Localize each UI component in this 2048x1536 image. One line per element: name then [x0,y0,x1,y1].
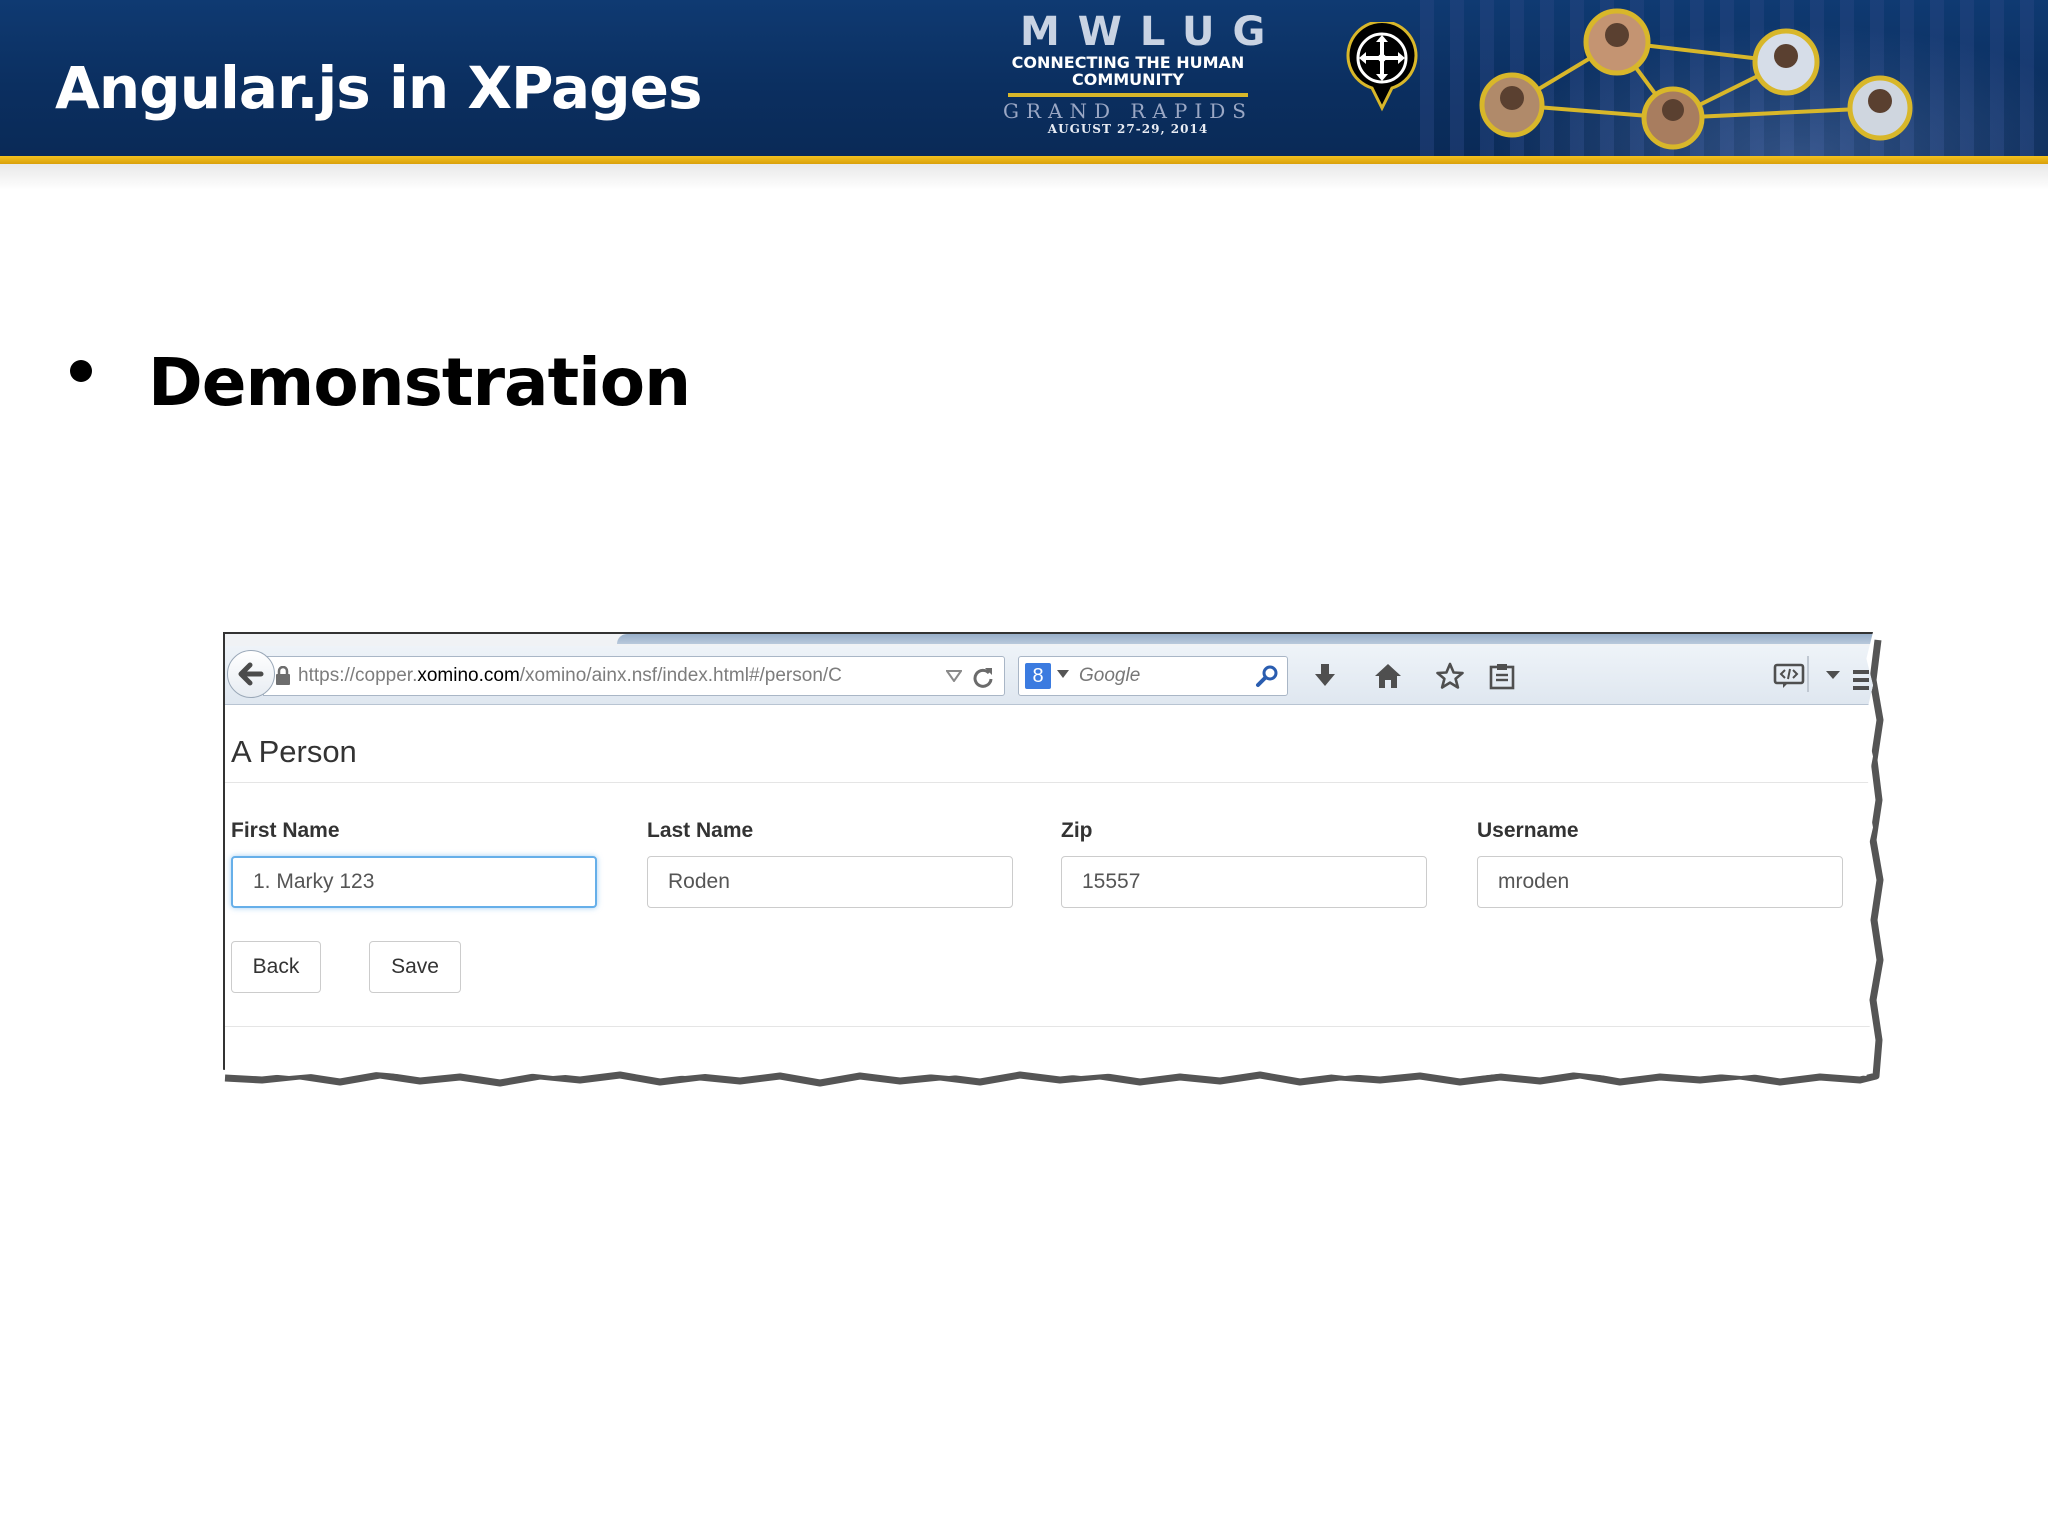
clipboard-icon[interactable] [1488,662,1516,690]
community-network-graphic [1479,8,1913,150]
lock-icon [276,666,290,685]
logo-letters: MWLUG [1020,9,1284,55]
last-name-input[interactable] [647,856,1013,908]
logo-city: GRAND RAPIDS [1003,99,1253,123]
active-tab[interactable] [617,634,1873,644]
url-history-dropdown-icon[interactable] [946,670,962,682]
browser-toolbar: https://copper.xomino.com/xomino/ainx.ns… [225,646,1873,705]
username-label: Username [1477,819,1579,842]
banner-gold-stripe [0,156,2048,164]
save-button[interactable]: Save [369,941,461,993]
back-arrow-icon [238,662,264,686]
header-banner: Angular.js in XPages MWLUG CONNECTING TH… [0,0,2048,156]
heading-divider [225,782,1873,783]
logo-tagline-1: CONNECTING THE HUMAN [1011,53,1245,72]
browser-screenshot: https://copper.xomino.com/xomino/ainx.ns… [223,632,1873,1076]
search-placeholder: Google [1079,665,1141,686]
search-engine-icon[interactable]: 8 [1025,663,1051,689]
page-heading: A Person [231,734,357,769]
zip-label: Zip [1061,819,1093,842]
username-input[interactable] [1477,856,1843,908]
search-engine-dropdown-icon[interactable] [1057,669,1069,679]
back-nav-button[interactable] [227,650,275,698]
bookmark-star-icon[interactable] [1435,662,1465,690]
url-domain: xomino.com [417,665,520,686]
bullet-dot [70,360,92,382]
logo-tagline-2: COMMUNITY [1071,70,1185,89]
logo-divider [1008,93,1248,97]
developer-icon[interactable] [1773,662,1805,690]
last-name-label: Last Name [647,819,754,842]
reload-icon[interactable] [972,666,994,688]
url-path: /xomino/ainx.nsf/index.html#/person/C [519,665,842,686]
slide-title: Angular.js in XPages [55,54,703,122]
menu-icon[interactable] [1853,668,1869,692]
first-name-input[interactable] [231,856,597,908]
home-icon[interactable] [1373,662,1403,690]
search-bar[interactable]: 8 Google [1018,656,1288,696]
bullet-demonstration: Demonstration [148,344,691,421]
first-name-label: First Name [231,819,340,842]
toolbar-separator [1807,656,1809,692]
network-pin-icon [1346,22,1418,112]
url-text: https://copper.xomino.com/xomino/ainx.ns… [298,666,842,686]
developer-dropdown-icon[interactable] [1826,670,1840,680]
tab-strip [225,634,1873,646]
back-button[interactable]: Back [231,941,321,993]
mwlug-logo: MWLUG CONNECTING THE HUMAN COMMUNITY GRA… [1002,9,1284,136]
zip-input[interactable] [1061,856,1427,908]
search-icon[interactable] [1255,664,1279,688]
url-prefix: https://copper. [298,665,418,686]
logo-date: AUGUST 27-29, 2014 [1047,122,1209,136]
url-bar[interactable]: https://copper.xomino.com/xomino/ainx.ns… [263,656,1005,696]
form-divider [225,1026,1873,1027]
banner-shadow [0,164,2048,190]
download-icon[interactable] [1312,662,1338,690]
